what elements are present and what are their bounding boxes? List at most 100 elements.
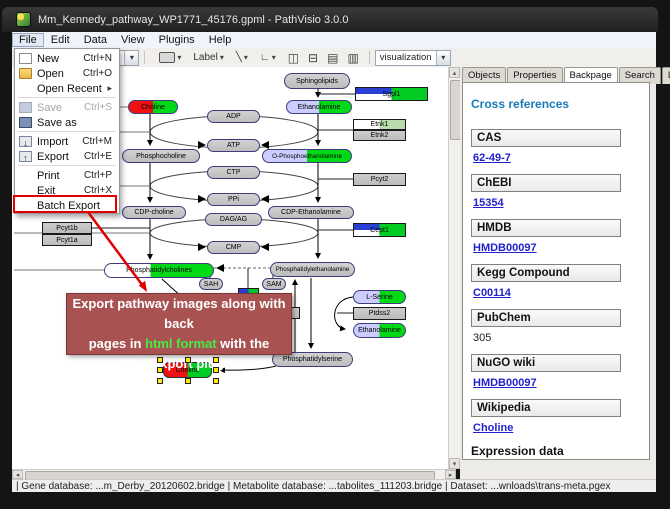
menu-item-export[interactable]: Export Ctrl+E <box>15 149 119 164</box>
xref-section-cas: CAS 62-49-7 <box>471 129 641 164</box>
pathway-node-pcyt2[interactable]: Pcyt2 <box>353 173 406 186</box>
pathway-node-ppi[interactable]: PPi <box>207 193 260 206</box>
visualization-combobox[interactable]: visualization ▾ <box>375 50 451 66</box>
window-titlebar: Mm_Kennedy_pathway_WP1771_45176.gpml - P… <box>2 7 658 32</box>
line-icon: ╲ <box>236 52 242 63</box>
toolbar-separator <box>369 51 370 64</box>
pathway-node-ctp[interactable]: CTP <box>207 166 260 179</box>
menu-item-batch-export[interactable]: Batch Export <box>15 198 119 214</box>
pathway-node-sgpl1[interactable]: Sgpl1 <box>355 87 428 101</box>
scroll-up-icon[interactable]: ▴ <box>449 67 460 78</box>
menu-file[interactable]: File <box>12 33 44 47</box>
menu-help[interactable]: Help <box>202 33 239 47</box>
screenshot-frame: Mm_Kennedy_pathway_WP1771_45176.gpml - P… <box>0 0 670 509</box>
pathway-node-sam[interactable]: SAM <box>262 278 286 290</box>
xref-title: Kegg Compound <box>471 264 621 282</box>
xref-link[interactable]: C00114 <box>473 287 511 299</box>
annotation-callout: Export pathway images along with back pa… <box>66 293 292 355</box>
align-middle-button[interactable]: ⊟ <box>308 51 318 65</box>
export-icon <box>19 151 32 162</box>
xref-section-hmdb: HMDB HMDB00097 <box>471 219 641 254</box>
xref-link[interactable]: HMDB00097 <box>473 242 537 254</box>
statusbar: | Gene database: ...m_Derby_20120602.bri… <box>12 479 656 492</box>
pathway-node-sphingolipids[interactable]: Sphingolipids <box>284 73 350 89</box>
pathway-node-sah[interactable]: SAH <box>199 278 223 290</box>
menu-view[interactable]: View <box>114 33 152 47</box>
add-label-button[interactable]: Label <box>190 50 226 65</box>
toolbar-separator <box>144 51 145 64</box>
canvas-horizontal-scrollbar[interactable]: ◂ ▸ <box>12 469 456 479</box>
scroll-right-icon[interactable]: ▸ <box>445 470 456 479</box>
submenu-arrow-icon: ▸ <box>107 83 112 94</box>
pathway-node-ethanolamine[interactable]: Ethanolamine <box>353 323 406 338</box>
pathway-node-pcyt1b[interactable]: Pcyt1b <box>42 222 92 234</box>
xref-section-wikipedia: Wikipedia Choline <box>471 399 641 434</box>
line-tool-button[interactable]: ╲ <box>233 50 251 65</box>
scroll-left-icon[interactable]: ◂ <box>12 470 23 479</box>
pathway-node-phosphocholine[interactable]: Phosphocholine <box>122 149 200 163</box>
pathway-node-etnk2[interactable]: Etnk2 <box>353 130 406 141</box>
menubar: File Edit Data View Plugins Help <box>12 32 656 49</box>
xref-title: PubChem <box>471 309 621 327</box>
pathway-node-phosphatidylcholines[interactable]: Phosphatidylcholines <box>104 263 214 278</box>
canvas-vertical-scrollbar[interactable]: ▴ ▾ <box>448 67 460 469</box>
xref-link[interactable]: HMDB00097 <box>473 377 537 389</box>
stack-horizontal-button[interactable]: ▥ <box>347 51 358 65</box>
pathway-node-pcyt1a[interactable]: Pcyt1a <box>42 234 92 246</box>
menu-separator <box>18 131 116 132</box>
pathway-node-l-serine[interactable]: L-Serine <box>353 290 406 304</box>
pathway-node-atp[interactable]: ATP <box>207 139 260 152</box>
menu-plugins[interactable]: Plugins <box>152 33 202 47</box>
save-icon <box>19 102 32 113</box>
align-center-button[interactable]: ◫ <box>288 51 299 65</box>
menu-item-exit[interactable]: Exit Ctrl+X <box>15 183 119 198</box>
menu-data[interactable]: Data <box>77 33 114 47</box>
menu-item-save[interactable]: Save Ctrl+S <box>15 100 119 115</box>
xref-link[interactable]: 62-49-7 <box>473 152 511 164</box>
menu-item-import[interactable]: Import Ctrl+M <box>15 134 119 149</box>
menu-item-open[interactable]: Open Ctrl+O <box>15 66 119 81</box>
xref-section-kegg: Kegg Compound C00114 <box>471 264 641 299</box>
pathway-node-etnk1[interactable]: Etnk1 <box>353 119 406 130</box>
selection-handles[interactable] <box>157 357 219 384</box>
pathway-node-choline[interactable]: Choline <box>128 100 178 114</box>
menu-item-open-recent[interactable]: Open Recent ▸ <box>15 81 119 96</box>
label-button-text: Label <box>193 52 217 63</box>
file-dropdown-menu: New Ctrl+N Open Ctrl+O Open Recent ▸ Sav… <box>14 48 120 214</box>
pathway-node-cdp-ethanolamine[interactable]: CDP-Ethanolamine <box>268 206 354 219</box>
chevron-down-icon[interactable]: ▾ <box>124 51 138 65</box>
connector-tool-button[interactable]: ∟ <box>257 50 279 65</box>
chevron-down-icon[interactable]: ▾ <box>436 51 450 65</box>
import-icon <box>19 136 32 147</box>
cross-references-heading: Cross references <box>471 97 641 111</box>
pathway-node-phosphatidylethanolamine[interactable]: Phosphatidylethanolamine <box>270 262 355 277</box>
pathway-node-dag-ag[interactable]: DAG/AG <box>205 213 262 226</box>
xref-link[interactable]: Choline <box>473 422 513 434</box>
pathway-node-adp[interactable]: ADP <box>207 110 260 123</box>
menu-edit[interactable]: Edit <box>44 33 77 47</box>
scroll-down-icon[interactable]: ▾ <box>449 458 460 469</box>
pathway-node-cept1[interactable]: Cept1 <box>353 223 406 237</box>
menu-item-new[interactable]: New Ctrl+N <box>15 51 119 66</box>
menu-separator <box>18 165 116 166</box>
add-datanode-button[interactable] <box>156 50 184 65</box>
menu-item-save-as[interactable]: Save as <box>15 115 119 130</box>
tab-legend[interactable]: Legend <box>662 67 670 84</box>
pathway-node-o-phosphoethanolamine[interactable]: O-Phosphoethanolamine <box>262 149 352 163</box>
xref-title: ChEBI <box>471 174 621 192</box>
visualization-value: visualization <box>380 52 432 63</box>
statusbar-text: | Gene database: ...m_Derby_20120602.bri… <box>16 481 610 492</box>
xref-title: CAS <box>471 129 621 147</box>
pathway-node-ptdss2[interactable]: Ptdss2 <box>353 307 406 320</box>
pathway-node-cmp[interactable]: CMP <box>207 241 260 254</box>
expression-data-heading: Expression data <box>471 444 641 458</box>
stack-vertical-button[interactable]: ▤ <box>327 51 338 65</box>
xref-link[interactable]: 15354 <box>473 197 504 209</box>
annotation-line2: pages in html format with the <box>67 334 291 354</box>
new-file-icon <box>19 53 32 64</box>
menu-item-print[interactable]: Print Ctrl+P <box>15 168 119 183</box>
pathway-node-ethanolamine[interactable]: Ethanolamine <box>286 100 352 114</box>
annotation-highlight: html format <box>145 336 217 351</box>
menu-separator <box>18 97 116 98</box>
pathway-node-cdp-choline[interactable]: CDP-choline <box>122 206 186 219</box>
